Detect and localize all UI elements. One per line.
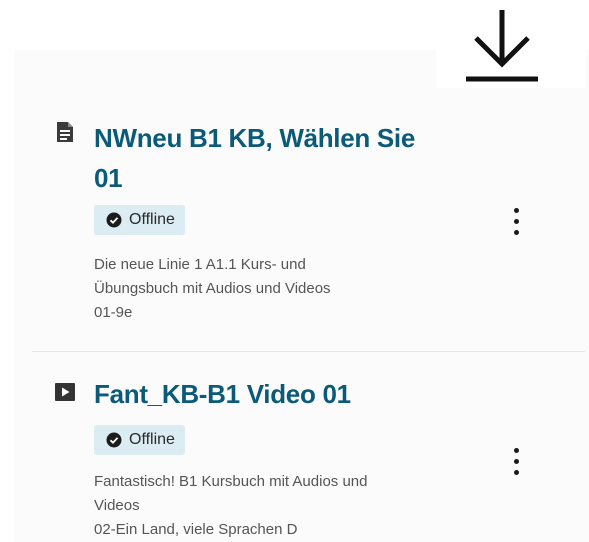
page: NWneu B1 KB, Wählen Sie 01 Offline Die n… [0, 0, 589, 542]
description-line: 02-Ein Land, viele Sprachen D [94, 521, 298, 538]
more-options-button[interactable] [505, 205, 527, 239]
more-vertical-icon [514, 448, 519, 453]
more-options-button[interactable] [505, 445, 527, 479]
document-icon [54, 121, 76, 143]
status-badge: Offline [94, 425, 185, 455]
item-title[interactable]: Fant_KB-B1 Video 01 [94, 374, 454, 414]
item-title-line: Fant_KB-B1 Video 01 [94, 379, 351, 409]
check-circle-icon [106, 212, 122, 228]
description-line: 01-9e [94, 304, 133, 321]
download-button[interactable] [436, 0, 586, 88]
description-line: Videos [94, 497, 140, 514]
item-description: Fantastisch! B1 Kursbuch mit Audios und … [94, 470, 454, 542]
divider [32, 351, 585, 352]
item-title[interactable]: NWneu B1 KB, Wählen Sie 01 [94, 118, 454, 198]
video-icon [54, 381, 76, 403]
item-title-line: 01 [94, 163, 123, 193]
check-circle-icon [106, 432, 122, 448]
description-line: Fantastisch! B1 Kursbuch mit Audios und [94, 473, 368, 490]
download-icon [466, 10, 538, 82]
description-line: Die neue Linie 1 A1.1 Kurs- und [94, 256, 306, 273]
status-label: Offline [129, 211, 175, 228]
description-line: Übungsbuch mit Audios und Videos [94, 280, 331, 297]
status-label: Offline [129, 431, 175, 448]
item-title-line: NWneu B1 KB, Wählen Sie [94, 123, 416, 153]
status-badge: Offline [94, 205, 185, 235]
more-vertical-icon [514, 208, 519, 213]
item-description: Die neue Linie 1 A1.1 Kurs- und Übungsbu… [94, 253, 454, 325]
